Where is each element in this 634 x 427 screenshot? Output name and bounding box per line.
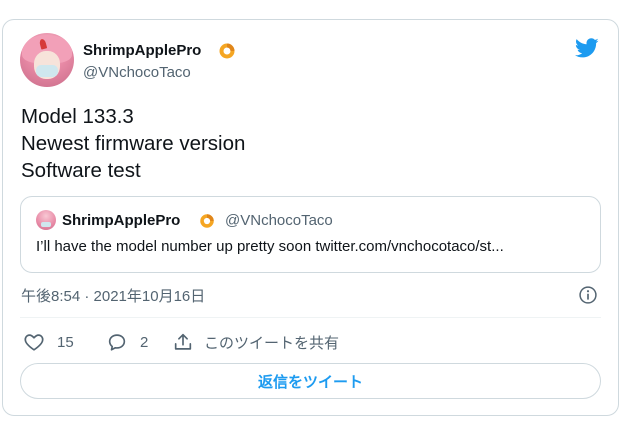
- info-icon[interactable]: [578, 285, 598, 305]
- tweet-actions: 15 2 このツイートを共有: [20, 329, 601, 355]
- divider: [20, 317, 601, 318]
- twitter-bird-icon[interactable]: [573, 36, 601, 60]
- author-display-name[interactable]: ShrimpApplePro: [83, 42, 201, 59]
- tweet-body: Model 133.3 Newest firmware version Soft…: [21, 103, 245, 184]
- tweet-timestamp[interactable]: 午後8:54 · 2021年10月16日: [21, 285, 205, 306]
- tweet-line: Model 133.3: [21, 105, 134, 128]
- tweet-line: Newest firmware version: [21, 132, 246, 155]
- share-button[interactable]: このツイートを共有: [172, 329, 339, 355]
- share-label: このツイートを共有: [204, 334, 340, 352]
- quoted-tweet-text: I’ll have the model number up pretty soo…: [36, 238, 504, 255]
- badge-shrimp-icon: [219, 43, 235, 59]
- like-count: 15: [57, 333, 74, 351]
- reply-tweet-button[interactable]: 返信をツイート: [20, 363, 601, 399]
- quoted-author-handle: @VNchocoTaco: [225, 212, 333, 229]
- quoted-author-display-name: ShrimpApplePro: [62, 212, 181, 229]
- badge-shrimp-icon: [200, 214, 214, 228]
- reply-bubble-icon: [108, 334, 126, 351]
- quoted-author-avatar: [36, 210, 56, 230]
- tweet-card: ShrimpApplePro @VNchocoTaco Model 133.3 …: [2, 19, 619, 416]
- author-handle[interactable]: @VNchocoTaco: [83, 64, 191, 81]
- tweet-line: Software test: [21, 159, 141, 182]
- author-avatar[interactable]: [20, 33, 74, 87]
- quoted-tweet[interactable]: ShrimpApplePro @VNchocoTaco I’ll have th…: [20, 196, 601, 273]
- reply-count: 2: [140, 333, 149, 351]
- like-button[interactable]: 15: [23, 329, 74, 355]
- share-icon: [174, 333, 192, 350]
- heart-icon: [24, 334, 44, 351]
- reply-button[interactable]: 2: [106, 329, 148, 355]
